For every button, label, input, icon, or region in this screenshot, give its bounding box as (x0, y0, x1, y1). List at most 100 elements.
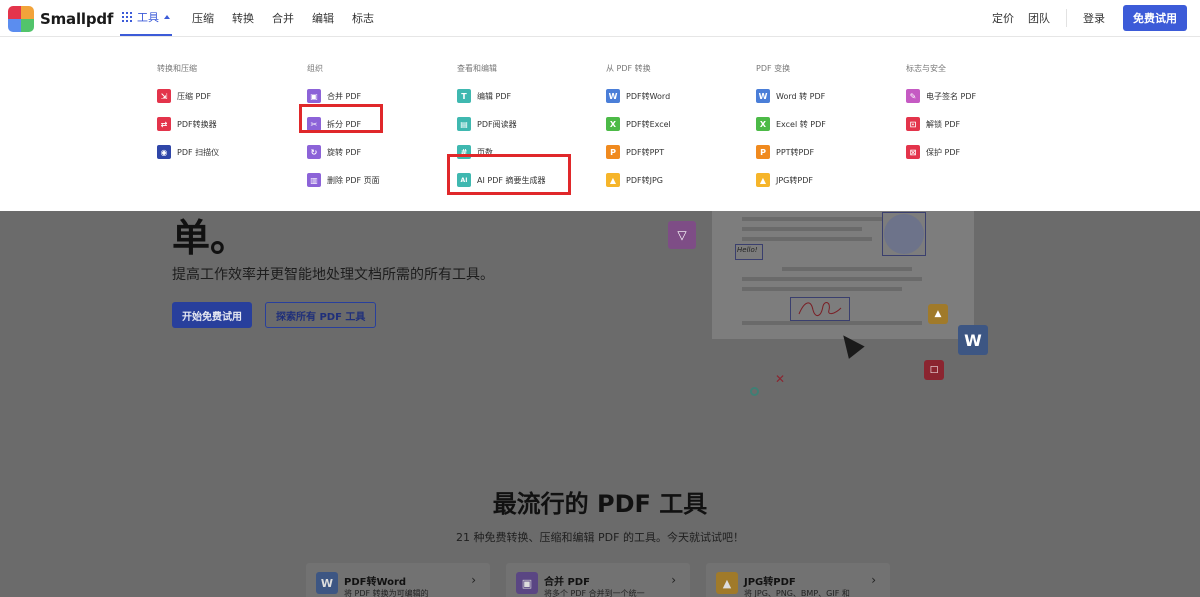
illustration-line (742, 217, 882, 221)
tools-menu-button[interactable]: 工具 (120, 0, 172, 36)
team-link[interactable]: 团队 (1028, 10, 1050, 26)
tool-card-merge-pdf[interactable]: ▣ 合并 PDF 将多个 PDF 合并到一个统一 › (506, 563, 690, 597)
menu-item-label: 保护 PDF (926, 147, 961, 157)
jpg-icon: ▲ (606, 173, 620, 187)
converter-icon: ⇄ (157, 117, 171, 131)
menu-column-title: PDF 变换 (756, 64, 791, 73)
word-icon: W (958, 325, 988, 355)
selection-box (882, 212, 926, 256)
tool-card-title: PDF转Word (344, 577, 407, 588)
illustration-line (742, 277, 922, 281)
merge-icon: ▣ (516, 572, 538, 594)
menu-item-excel-to-pdf[interactable]: X Excel 转 PDF (756, 110, 826, 138)
nav-edit[interactable]: 编辑 (312, 10, 334, 26)
illustration-line (742, 227, 862, 231)
menu-item-pdf-scanner[interactable]: ◉ PDF 扫描仪 (157, 138, 219, 166)
hero-subtitle: 提高工作效率并更智能地处理文档所需的所有工具。 (172, 267, 494, 283)
tool-card-pdf-to-word[interactable]: W PDF转Word 将 PDF 转换为可编辑的 › (306, 563, 490, 597)
compress-icon: ⇲ (157, 89, 171, 103)
word-icon: W (316, 572, 338, 594)
tool-card-desc: 将 PDF 转换为可编辑的 (344, 589, 429, 597)
tool-card-jpg-to-pdf[interactable]: ▲ JPG转PDF 将 JPG、PNG、BMP、GIF 和 › (706, 563, 890, 597)
nav-compress[interactable]: 压缩 (192, 10, 214, 26)
illustration-line (742, 237, 872, 241)
popular-tools-title: 最流行的 PDF 工具 (492, 490, 708, 518)
grid-icon (122, 12, 132, 22)
ppt-icon: P (756, 145, 770, 159)
scanner-icon: ◉ (157, 145, 171, 159)
pricing-link[interactable]: 定价 (992, 10, 1014, 26)
menu-item-pdf-converter[interactable]: ⇄ PDF转换器 (157, 110, 219, 138)
chevron-right-icon: › (671, 573, 676, 587)
tools-mega-menu: 转换和压缩 ⇲ 压缩 PDF ⇄ PDF转换器 ◉ PDF 扫描仪 组织 ▣ 合… (0, 37, 1200, 211)
nav-sign[interactable]: 标志 (352, 10, 374, 26)
sign-icon: ▽ (668, 221, 696, 249)
menu-item-label: PPT转PDF (776, 147, 815, 157)
menu-column-to-pdf: PDF 变换 W Word 转 PDF X Excel 转 PDF P PPT转… (756, 64, 826, 194)
menu-item-pdf-to-excel[interactable]: X PDF转Excel (606, 110, 671, 138)
crop-icon: □ (924, 360, 944, 380)
merge-icon: ▣ (307, 89, 321, 103)
menu-item-pdf-to-jpg[interactable]: ▲ PDF转JPG (606, 166, 671, 194)
tool-card-desc: 将 JPG、PNG、BMP、GIF 和 (744, 589, 850, 597)
menu-item-word-to-pdf[interactable]: W Word 转 PDF (756, 82, 826, 110)
menu-item-label: PDF阅读器 (477, 119, 517, 129)
excel-icon: X (606, 117, 620, 131)
chevron-right-icon: › (871, 573, 876, 587)
menu-item-edit-pdf[interactable]: T 编辑 PDF (457, 82, 546, 110)
chevron-right-icon: › (471, 573, 476, 587)
nav-right: 定价 团队 登录 免费试用 (992, 0, 1200, 36)
menu-item-compress-pdf[interactable]: ⇲ 压缩 PDF (157, 82, 219, 110)
menu-item-label: 合并 PDF (327, 91, 362, 101)
ring-icon (750, 387, 759, 396)
signature-box (790, 297, 850, 321)
menu-item-label: 压缩 PDF (177, 91, 212, 101)
unlock-icon: ⊡ (906, 117, 920, 131)
word-icon: W (606, 89, 620, 103)
excel-icon: X (756, 117, 770, 131)
caret-up-icon (164, 15, 170, 19)
menu-column-title: 从 PDF 转换 (606, 64, 651, 73)
menu-item-label: 旋转 PDF (327, 147, 362, 157)
menu-column-sign-security: 标志与安全 ✎ 电子签名 PDF ⊡ 解锁 PDF ⊠ 保护 PDF (906, 64, 976, 166)
menu-item-rotate-pdf[interactable]: ↻ 旋转 PDF (307, 138, 380, 166)
start-free-trial-button[interactable]: 开始免费试用 (172, 302, 252, 328)
jpg-icon: ▲ (716, 572, 738, 594)
logo[interactable]: Smallpdf (8, 6, 113, 32)
top-navigation: Smallpdf 工具 压缩 转换 合并 编辑 标志 定价 团队 登录 免费试用 (0, 0, 1200, 37)
menu-column-convert-compress: 转换和压缩 ⇲ 压缩 PDF ⇄ PDF转换器 ◉ PDF 扫描仪 (157, 64, 219, 166)
menu-item-label: Word 转 PDF (776, 91, 826, 101)
hero-title: 单。 (172, 216, 249, 260)
menu-column-title: 组织 (307, 64, 323, 73)
menu-item-label: 编辑 PDF (477, 91, 512, 101)
menu-item-protect-pdf[interactable]: ⊠ 保护 PDF (906, 138, 976, 166)
menu-column-title: 转换和压缩 (157, 64, 197, 73)
menu-item-label: PDF转Word (626, 91, 671, 101)
menu-item-label: PDF转换器 (177, 119, 217, 129)
nav-convert[interactable]: 转换 (232, 10, 254, 26)
menu-item-label: PDF 扫描仪 (177, 147, 220, 157)
menu-item-label: 电子签名 PDF (926, 91, 977, 101)
explore-tools-button[interactable]: 探索所有 PDF 工具 (265, 302, 377, 328)
popular-tools-subtitle: 21 种免费转换、压缩和编辑 PDF 的工具。今天就试试吧！ (456, 531, 744, 544)
rotate-icon: ↻ (307, 145, 321, 159)
free-trial-button[interactable]: 免费试用 (1123, 5, 1187, 31)
login-link[interactable]: 登录 (1083, 10, 1105, 26)
menu-item-pdf-reader[interactable]: ▤ PDF阅读器 (457, 110, 546, 138)
delete-pages-icon: ▥ (307, 173, 321, 187)
menu-item-jpg-to-pdf[interactable]: ▲ JPG转PDF (756, 166, 826, 194)
menu-item-esign-pdf[interactable]: ✎ 电子签名 PDF (906, 82, 976, 110)
menu-item-unlock-pdf[interactable]: ⊡ 解锁 PDF (906, 110, 976, 138)
nav-merge[interactable]: 合并 (272, 10, 294, 26)
menu-item-ppt-to-pdf[interactable]: P PPT转PDF (756, 138, 826, 166)
edit-icon: T (457, 89, 471, 103)
tool-card-title: JPG转PDF (744, 577, 796, 588)
menu-item-pdf-to-word[interactable]: W PDF转Word (606, 82, 671, 110)
highlight-ai-summary (447, 154, 571, 195)
reader-icon: ▤ (457, 117, 471, 131)
menu-item-label: Excel 转 PDF (776, 119, 826, 129)
menu-item-label: JPG转PDF (776, 175, 813, 185)
menu-item-pdf-to-ppt[interactable]: P PDF转PPT (606, 138, 671, 166)
hello-text: Hello! (737, 246, 758, 254)
menu-item-delete-pages[interactable]: ▥ 删除 PDF 页面 (307, 166, 380, 194)
